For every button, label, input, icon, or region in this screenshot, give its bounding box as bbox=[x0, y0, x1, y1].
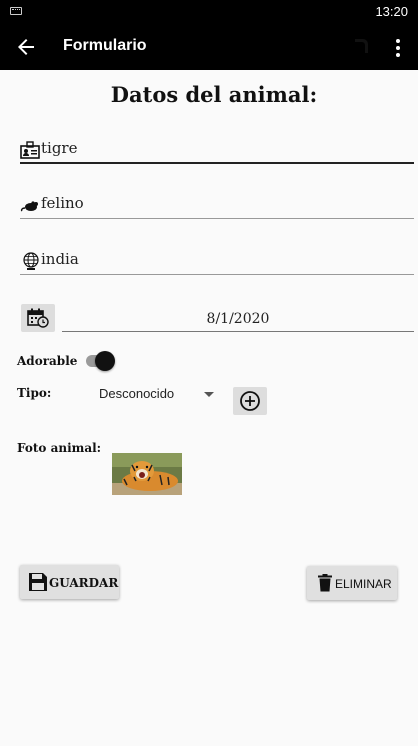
app-bar: Formulario bbox=[0, 24, 418, 70]
date-value: 8/1/2020 bbox=[206, 311, 270, 327]
origin-field[interactable]: india bbox=[20, 247, 414, 275]
status-bar: 13:20 bbox=[0, 0, 418, 24]
origin-value: india bbox=[41, 250, 79, 268]
switch-thumb bbox=[95, 351, 115, 371]
rat-icon bbox=[20, 201, 38, 212]
tiger-photo[interactable] bbox=[112, 453, 182, 495]
name-value: tigre bbox=[41, 139, 78, 157]
name-field[interactable]: tigre bbox=[20, 136, 414, 164]
family-field[interactable]: felino bbox=[20, 191, 414, 219]
tipo-selected: Desconocido bbox=[99, 386, 175, 401]
tipo-select[interactable]: Desconocido bbox=[98, 383, 220, 405]
add-tipo-button[interactable] bbox=[233, 387, 267, 415]
plus-circle-icon bbox=[240, 391, 260, 411]
status-time: 13:20 bbox=[375, 4, 408, 19]
tipo-label: Tipo: bbox=[17, 386, 52, 400]
name-underline bbox=[20, 162, 414, 164]
calendar-clock-icon bbox=[27, 308, 49, 328]
tiger-image bbox=[112, 453, 182, 495]
save-button[interactable]: GUARDAR bbox=[20, 565, 119, 599]
photo-label: Foto animal: bbox=[17, 441, 102, 455]
form-heading: Datos del animal: bbox=[110, 82, 318, 107]
arrow-left-icon[interactable] bbox=[14, 35, 38, 59]
adorable-switch[interactable] bbox=[84, 351, 116, 371]
date-underline bbox=[62, 331, 414, 332]
floppy-disk-icon bbox=[29, 573, 47, 591]
dropdown-arrow-icon bbox=[204, 392, 214, 397]
delete-label: ELIMINAR bbox=[335, 577, 392, 591]
overflow-shadow-icon bbox=[355, 39, 368, 53]
origin-underline bbox=[20, 274, 414, 275]
globe-icon bbox=[23, 252, 39, 270]
id-card-icon bbox=[20, 141, 40, 159]
save-label: GUARDAR bbox=[49, 576, 119, 590]
keyboard-icon bbox=[10, 7, 22, 15]
app-title: Formulario bbox=[63, 37, 147, 54]
family-underline bbox=[20, 218, 414, 219]
delete-button[interactable]: ELIMINAR bbox=[307, 566, 397, 600]
adorable-label: Adorable bbox=[17, 354, 78, 368]
family-value: felino bbox=[41, 194, 84, 212]
date-field[interactable]: 8/1/2020 bbox=[62, 306, 414, 332]
trash-icon bbox=[318, 574, 332, 592]
date-picker-button[interactable] bbox=[21, 304, 55, 332]
more-vert-icon[interactable] bbox=[392, 37, 404, 59]
